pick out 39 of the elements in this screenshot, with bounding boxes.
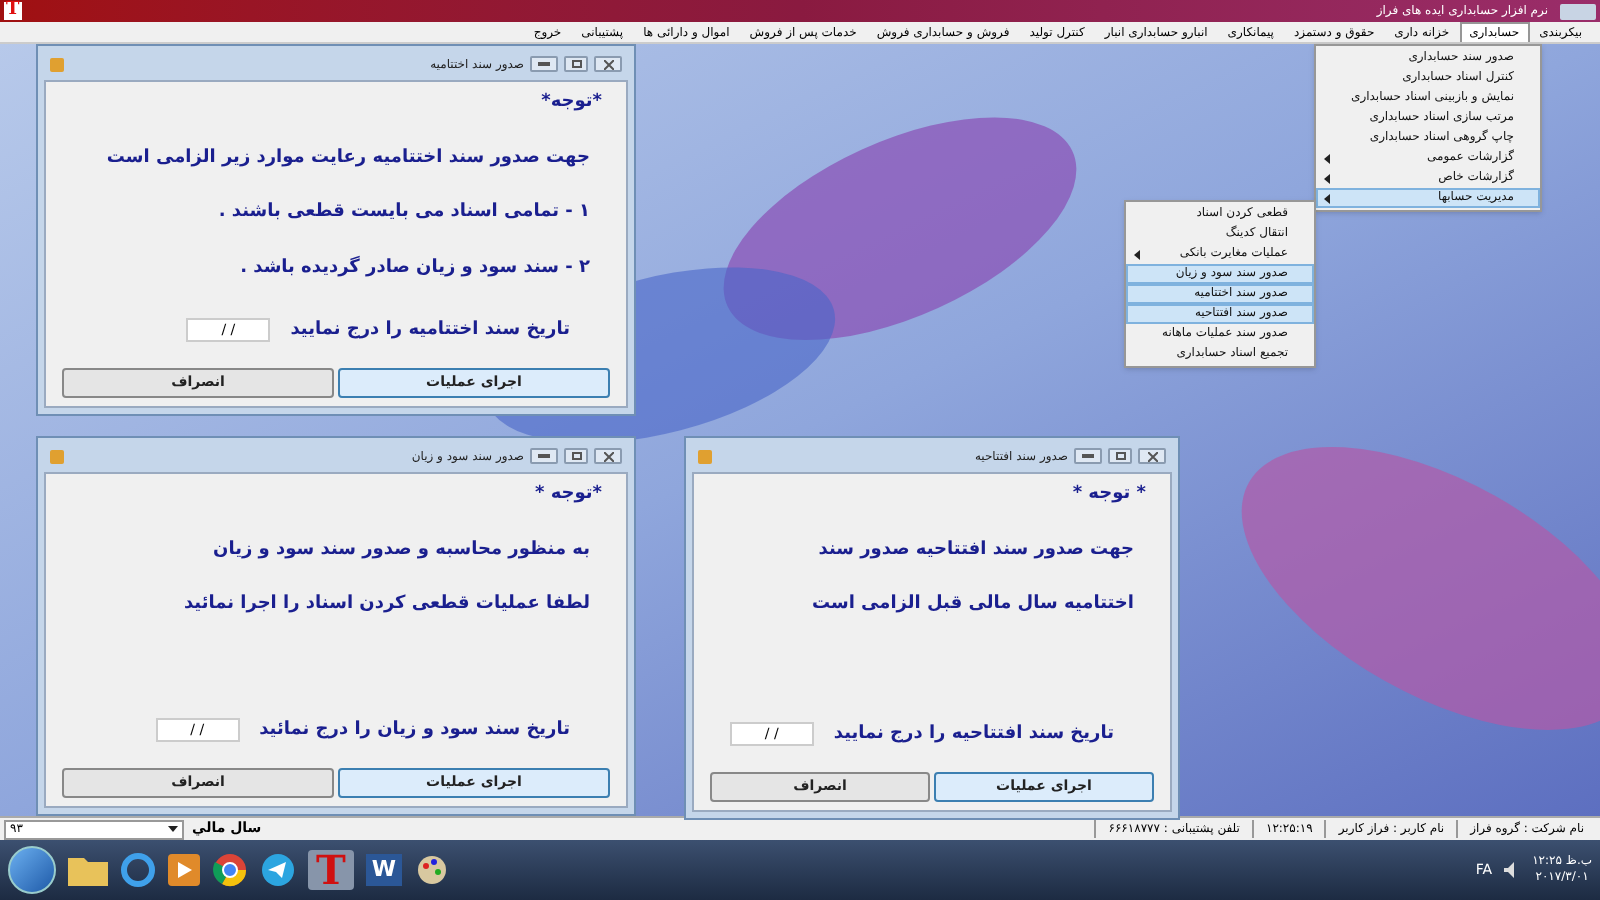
close-icon — [603, 59, 613, 69]
browser-icon[interactable] — [120, 852, 156, 888]
folder-icon[interactable] — [68, 854, 108, 886]
notice-text: جهت صدور سند افتتاحیه صدور سند — [818, 537, 1136, 563]
notice-text: جهت صدور سند اختتامیه رعایت موارد زیر الزامی است — [106, 145, 592, 171]
notice-text: به منظور محاسبه و صدور سند سود و زیان — [213, 537, 592, 563]
app-icon — [698, 449, 712, 463]
close-button[interactable] — [1138, 448, 1166, 464]
notice-text: ۲ - سند سود و زیان صادر گردیده باشد . — [240, 255, 592, 281]
minimize-button[interactable] — [530, 56, 558, 72]
notice-text: ۱ - تمامی اسناد می بایست قطعی باشند . — [218, 200, 592, 226]
close-icon — [603, 451, 613, 461]
notice-text: اختتامیه سال مالی قبل الزامی است — [811, 592, 1136, 618]
notice-text: لطفا عملیات قطعی کردن اسناد را اجرا نمائید — [183, 592, 592, 618]
paint-icon[interactable] — [414, 852, 451, 888]
minimize-button[interactable] — [530, 448, 558, 464]
word-icon[interactable]: W — [365, 854, 403, 886]
date-label: تاریخ سند سود و زیان را درج نمائید — [259, 717, 570, 743]
submenu-arrow-icon — [1134, 249, 1140, 259]
date-label: تاریخ سند افتتاحیه را درج نمایید — [833, 721, 1114, 747]
app-logo: T — [4, 2, 22, 20]
media-player-icon[interactable] — [168, 854, 200, 886]
notice-text: *توجه* — [541, 90, 604, 116]
start-button[interactable] — [8, 846, 56, 894]
paper-plane-icon[interactable] — [260, 852, 296, 888]
maximize-button[interactable] — [564, 448, 588, 464]
date-label: تاریخ سند اختتامیه را درج نمایید — [290, 317, 570, 343]
chrome-icon[interactable] — [212, 852, 248, 888]
close-icon — [1147, 451, 1157, 461]
app-icon — [50, 449, 64, 463]
notice-text: * توجه * — [1072, 482, 1148, 508]
maximize-button[interactable] — [1108, 448, 1132, 464]
minimize-button[interactable] — [1074, 448, 1102, 464]
app-icon — [50, 57, 64, 71]
dropdown-arrow-icon — [168, 826, 178, 832]
maximize-button[interactable] — [564, 56, 588, 72]
close-button[interactable] — [594, 56, 622, 72]
notice-text: *توجه * — [534, 482, 604, 508]
close-button[interactable] — [594, 448, 622, 464]
